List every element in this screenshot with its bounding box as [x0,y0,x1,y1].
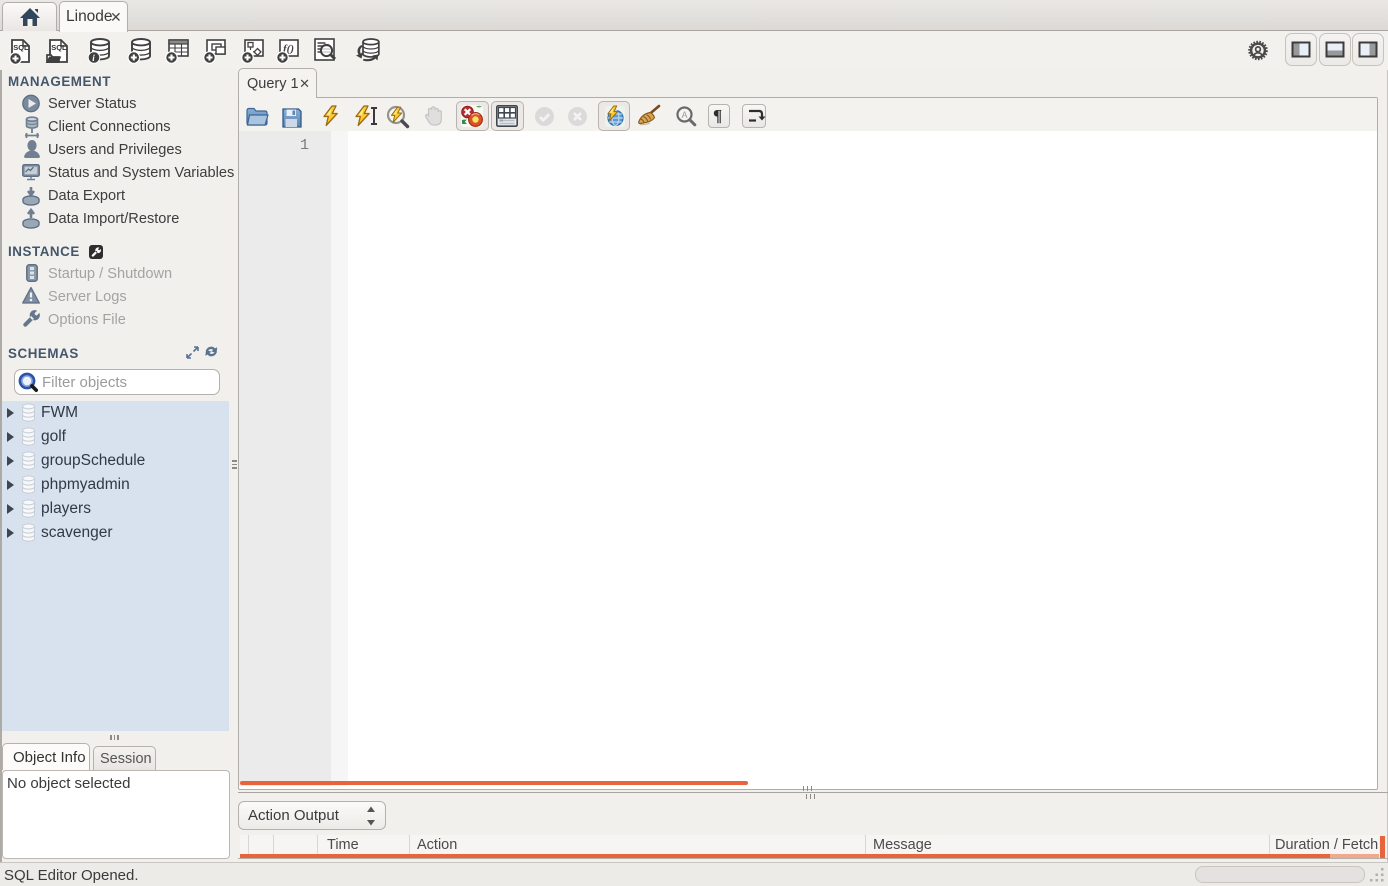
svg-text:A: A [682,110,688,120]
svg-text:¶: ¶ [713,106,722,125]
